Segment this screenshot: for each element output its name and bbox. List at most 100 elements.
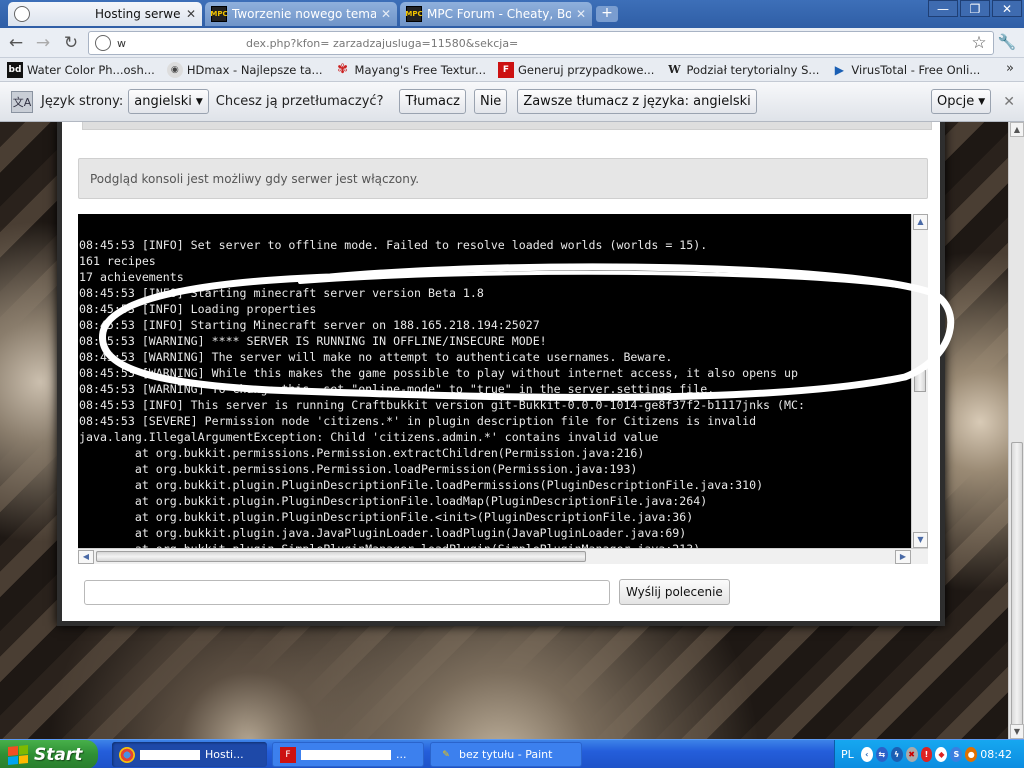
- translate-button[interactable]: Tłumacz: [399, 89, 466, 114]
- scroll-up-icon[interactable]: ▲: [1010, 122, 1024, 137]
- skype-icon[interactable]: S: [950, 747, 963, 762]
- console-horizontal-scrollbar[interactable]: ◀ ▶: [78, 548, 928, 564]
- bookmark-item[interactable]: ◉ HDmax - Najlepsze ta...: [166, 61, 323, 78]
- scroll-down-icon[interactable]: ▼: [1010, 724, 1024, 739]
- language-indicator[interactable]: PL: [841, 748, 854, 761]
- scroll-left-icon[interactable]: ◀: [78, 550, 94, 564]
- translate-icon: 文A: [11, 90, 33, 113]
- scroll-thumb[interactable]: [914, 370, 926, 392]
- paint-icon: ✎: [442, 749, 450, 760]
- close-icon[interactable]: ✕: [576, 7, 586, 21]
- clock: 08:42: [980, 748, 1012, 761]
- console-line: 08:45:53 [WARNING] To change this, set "…: [79, 382, 715, 396]
- page-vertical-scrollbar[interactable]: ▲ ▼: [1008, 122, 1024, 739]
- bookmark-icon: ▶: [834, 62, 844, 77]
- reload-button[interactable]: ↻: [61, 33, 81, 53]
- console-line: at org.bukkit.plugin.PluginDescriptionFi…: [79, 510, 694, 524]
- close-icon[interactable]: ✕: [1003, 94, 1015, 110]
- bookmarks-bar: bd Water Color Ph...osh... ◉ HDmax - Naj…: [0, 58, 1024, 82]
- taskbar-task-app[interactable]: F ...: [272, 742, 424, 767]
- bookmark-label: Podział terytorialny S...: [686, 62, 820, 77]
- globe-icon: [14, 6, 30, 22]
- star-icon[interactable]: ☆: [969, 33, 989, 53]
- new-tab-button[interactable]: +: [596, 6, 618, 22]
- tab-mpc-forum[interactable]: MPC MPC Forum - Cheaty, Boty, Bu ✕: [400, 2, 592, 26]
- shield-icon[interactable]: ◆: [935, 747, 948, 762]
- console-line: 08:45:53 [INFO] Starting minecraft serve…: [79, 286, 484, 300]
- restore-button[interactable]: ❐: [960, 0, 990, 17]
- console-line: at org.bukkit.permissions.Permission.loa…: [79, 462, 638, 476]
- chevron-left-icon[interactable]: ‹: [860, 747, 873, 762]
- bookmark-label: Water Color Ph...osh...: [27, 62, 155, 77]
- translate-bar: 文A Język strony: angielski ▼ Chcesz ją pr…: [0, 82, 1024, 122]
- console-lines: 08:45:53 [INFO] Set server to offline mo…: [79, 237, 911, 548]
- console-notice: Podgląd konsoli jest możliwy gdy serwer …: [78, 158, 928, 199]
- bookmark-item[interactable]: ▶ VirusTotal - Free Onli...: [831, 62, 981, 78]
- address-text: dex.php?kfon= zarzadzajusluga=11580&sekc…: [246, 36, 519, 50]
- options-label: Opcje: [937, 94, 975, 109]
- close-window-button[interactable]: ✕: [992, 0, 1022, 17]
- bookmark-label: VirusTotal - Free Onli...: [851, 62, 981, 77]
- tab-hosting[interactable]: Hosting serwe ✕: [8, 2, 202, 26]
- bookmark-label: HDmax - Najlepsze ta...: [186, 62, 323, 77]
- task-label: bez tytułu - Paint: [459, 748, 553, 761]
- browser-toolbar: ← → ↻ w dex.php?kfon= zarzadzajusluga=11…: [0, 28, 1024, 58]
- back-button[interactable]: ←: [6, 33, 26, 53]
- bookmark-icon: F: [498, 61, 514, 78]
- chrome-icon: [119, 746, 135, 763]
- bookmark-icon: bd: [7, 61, 23, 78]
- language-select[interactable]: angielski ▼: [128, 89, 209, 114]
- wrench-icon[interactable]: 🔧: [996, 33, 1018, 53]
- translate-question: Chcesz ją przetłumaczyć?: [215, 94, 384, 109]
- minimize-button[interactable]: —: [928, 0, 958, 17]
- close-icon[interactable]: ✕: [186, 7, 196, 21]
- scroll-up-icon[interactable]: ▲: [913, 214, 928, 230]
- options-button[interactable]: Opcje ▼: [931, 89, 992, 114]
- chevron-down-icon: ▼: [978, 96, 986, 107]
- command-input[interactable]: [84, 580, 610, 605]
- page-viewport: Podgląd konsoli jest możliwy gdy serwer …: [0, 122, 1008, 739]
- taskbar-task-paint[interactable]: ✎ bez tytułu - Paint: [430, 742, 582, 767]
- console-output: 08:45:53 [INFO] Set server to offline mo…: [78, 214, 911, 548]
- power-icon[interactable]: ϟ: [890, 747, 903, 762]
- no-translate-button[interactable]: Nie: [473, 89, 508, 114]
- bookmark-item[interactable]: F Generuj przypadkowe...: [498, 61, 655, 78]
- scroll-down-icon[interactable]: ▼: [913, 532, 928, 548]
- tab-tworzenie[interactable]: MPC Tworzenie nowego tematu - M ✕: [205, 2, 397, 26]
- chevron-down-icon: ▼: [195, 96, 203, 107]
- network-icon[interactable]: ⇆: [875, 747, 888, 762]
- console-line: 08:45:53 [WARNING] **** SERVER IS RUNNIN…: [79, 334, 547, 348]
- start-button[interactable]: Start: [0, 740, 98, 768]
- bookmark-item[interactable]: ✾ Mayang's Free Textur...: [335, 62, 486, 78]
- window-controls: — ❐ ✕: [928, 0, 1022, 17]
- send-command-button[interactable]: Wyślij polecenie: [619, 579, 730, 605]
- orange-app-icon[interactable]: ●: [965, 747, 978, 762]
- forward-button[interactable]: →: [33, 33, 53, 53]
- taskbar-task-chrome[interactable]: Hosti...: [112, 742, 267, 767]
- address-bar[interactable]: w dex.php?kfon= zarzadzajusluga=11580&se…: [88, 31, 994, 55]
- mpc-icon: MPC: [210, 6, 228, 22]
- antivirus-icon[interactable]: !: [920, 747, 933, 762]
- server-console[interactable]: 08:45:53 [INFO] Set server to offline mo…: [78, 214, 928, 564]
- console-line: 08:45:53 [SEVERE] Permission node 'citiz…: [79, 414, 757, 428]
- scroll-thumb[interactable]: [1011, 442, 1023, 727]
- tab-title: Tworzenie nowego tematu - M: [232, 7, 376, 21]
- console-vertical-scrollbar[interactable]: ▲ ▼: [911, 214, 928, 548]
- mpc-icon: MPC: [405, 6, 423, 22]
- console-line: at org.bukkit.plugin.PluginDescriptionFi…: [79, 494, 708, 508]
- bookmark-item[interactable]: W Podział terytorialny S...: [666, 62, 819, 78]
- console-line: at org.bukkit.plugin.java.JavaPluginLoad…: [79, 526, 687, 540]
- tools-icon[interactable]: ✖: [905, 747, 918, 762]
- bookmarks-overflow-button[interactable]: »: [1006, 61, 1014, 76]
- bookmark-item[interactable]: bd Water Color Ph...osh...: [7, 61, 155, 78]
- console-line: 08:45:53 [INFO] Loading properties: [79, 302, 317, 316]
- close-icon[interactable]: ✕: [381, 7, 391, 21]
- scroll-thumb[interactable]: [96, 551, 586, 562]
- bookmark-label: Mayang's Free Textur...: [354, 62, 486, 77]
- system-tray: PL ‹ ⇆ ϟ ✖ ! ◆ S ● 08:42: [834, 740, 1024, 768]
- always-translate-button[interactable]: Zawsze tłumacz z języka: angielski: [517, 89, 757, 114]
- scroll-right-icon[interactable]: ▶: [895, 550, 911, 564]
- console-line: at org.bukkit.permissions.Permission.ext…: [79, 446, 645, 460]
- page-icon: [95, 35, 111, 51]
- bookmark-label: Generuj przypadkowe...: [518, 62, 655, 77]
